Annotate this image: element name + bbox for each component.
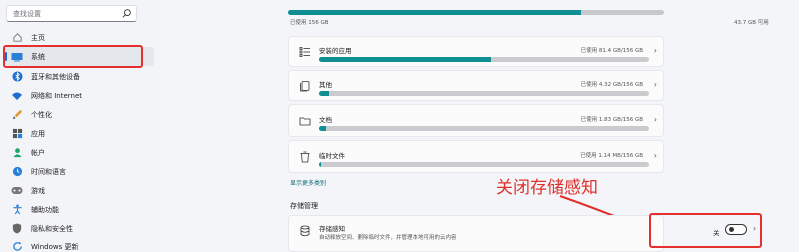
storage-sense-card[interactable]: 存储感知 自动释放空间、删除临时文件，并管理本地可用的云内容 [288, 215, 664, 252]
category-bar-fill [319, 126, 326, 131]
sidebar-item-label: 游戏 [31, 186, 45, 195]
highlight-box-system [3, 45, 143, 68]
sidebar-item-bluetooth[interactable]: 蓝牙和其他设备 [4, 67, 154, 86]
chevron-right-icon: › [653, 46, 657, 55]
free-storage-text: 43.7 GB 可用 [734, 20, 769, 26]
search-placeholder: 查找设置 [13, 10, 41, 18]
sidebar-item-network[interactable]: 网络和 Internet [4, 86, 154, 105]
globe-clock-icon [11, 166, 23, 178]
trash-icon [300, 151, 310, 163]
used-storage-text: 已使用 156 GB [290, 20, 329, 26]
wifi-icon [11, 90, 23, 102]
apps-icon [11, 128, 23, 140]
category-title: 安装的应用 [319, 47, 352, 55]
category-size: 已使用 1.14 MB/156 GB [580, 153, 643, 159]
category-bar [319, 57, 649, 62]
category-bar-fill [319, 91, 329, 96]
sidebar-item-windows-update[interactable]: Windows 更新 [4, 237, 154, 252]
apps-list-icon [299, 47, 310, 57]
sidebar-item-label: 应用 [31, 129, 45, 138]
category-bar [319, 91, 649, 96]
sidebar-item-label: 隐私和安全性 [31, 224, 73, 233]
sidebar-item-label: 时间和语言 [31, 167, 66, 176]
sidebar-item-label: 辅助功能 [31, 205, 59, 214]
chevron-right-icon[interactable]: › [753, 224, 756, 233]
category-card-temp-files[interactable]: 临时文件 已使用 1.14 MB/156 GB › [288, 140, 664, 173]
toggle-knob [729, 227, 734, 232]
brush-icon [11, 109, 23, 121]
category-size: 已使用 1.83 GB/156 GB [580, 117, 643, 123]
sidebar-item-privacy[interactable]: 隐私和安全性 [4, 219, 154, 238]
gamepad-icon [11, 185, 23, 197]
category-card-other[interactable]: 其他 已使用 4.32 GB/156 GB › [288, 70, 664, 101]
chevron-right-icon: › [653, 115, 657, 124]
sidebar-item-label: 网络和 Internet [31, 91, 83, 100]
category-title: 文档 [319, 116, 332, 124]
sidebar-item-label: 蓝牙和其他设备 [31, 72, 80, 81]
accessibility-icon [11, 204, 23, 216]
search-icon [122, 9, 131, 18]
show-more-categories-link[interactable]: 显示更多类别 [290, 178, 326, 187]
category-size: 已使用 81.4 GB/156 GB [580, 48, 643, 54]
storage-management-heading: 存储管理 [290, 202, 318, 210]
shield-icon [11, 223, 23, 235]
category-size: 已使用 4.32 GB/156 GB [580, 82, 643, 88]
sidebar-item-label: 帐户 [31, 148, 45, 157]
category-card-documents[interactable]: 文档 已使用 1.83 GB/156 GB › [288, 104, 664, 137]
sidebar-item-apps[interactable]: 应用 [4, 124, 154, 143]
sidebar-item-personalization[interactable]: 个性化 [4, 105, 154, 124]
category-title: 其他 [319, 81, 332, 89]
folder-icon [299, 117, 311, 126]
storage-drive-icon [300, 225, 310, 237]
storage-sense-toggle[interactable] [725, 224, 747, 235]
storage-sense-title: 存储感知 [319, 225, 345, 233]
storage-page: 已使用 156 GB 43.7 GB 可用 安装的应用 已使用 81.4 GB/… [160, 0, 799, 252]
toggle-state-label: 关 [713, 229, 720, 237]
chevron-right-icon: › [653, 151, 657, 160]
sidebar-item-label: Windows 更新 [31, 242, 79, 251]
sidebar-item-gaming[interactable]: 游戏 [4, 181, 154, 200]
annotation-callout: 关闭存储感知 [496, 178, 598, 198]
sidebar-item-label: 主页 [31, 33, 45, 42]
sidebar-item-accounts[interactable]: 帐户 [4, 143, 154, 162]
sidebar: 查找设置 主页 系统 蓝牙和其他设备 网络和 Internet 个性化 应用 帐… [0, 0, 160, 252]
sidebar-item-accessibility[interactable]: 辅助功能 [4, 200, 154, 219]
bluetooth-icon [11, 71, 23, 83]
category-bar-fill [319, 162, 321, 167]
category-bar [319, 162, 649, 167]
category-bar-fill [319, 57, 491, 62]
category-bar [319, 126, 649, 131]
sidebar-item-time-language[interactable]: 时间和语言 [4, 162, 154, 181]
total-storage-bar [288, 10, 664, 15]
chevron-right-icon: › [653, 80, 657, 89]
home-icon [11, 32, 23, 44]
total-storage-fill [288, 10, 582, 15]
search-input[interactable]: 查找设置 [6, 5, 137, 22]
storage-sense-description: 自动释放空间、删除临时文件，并管理本地可用的云内容 [319, 235, 457, 241]
update-icon [11, 241, 23, 252]
category-title: 临时文件 [319, 152, 345, 160]
other-files-icon [300, 81, 310, 92]
user-icon [11, 147, 23, 159]
category-card-apps[interactable]: 安装的应用 已使用 81.4 GB/156 GB › [288, 36, 664, 67]
sidebar-item-label: 个性化 [31, 110, 52, 119]
